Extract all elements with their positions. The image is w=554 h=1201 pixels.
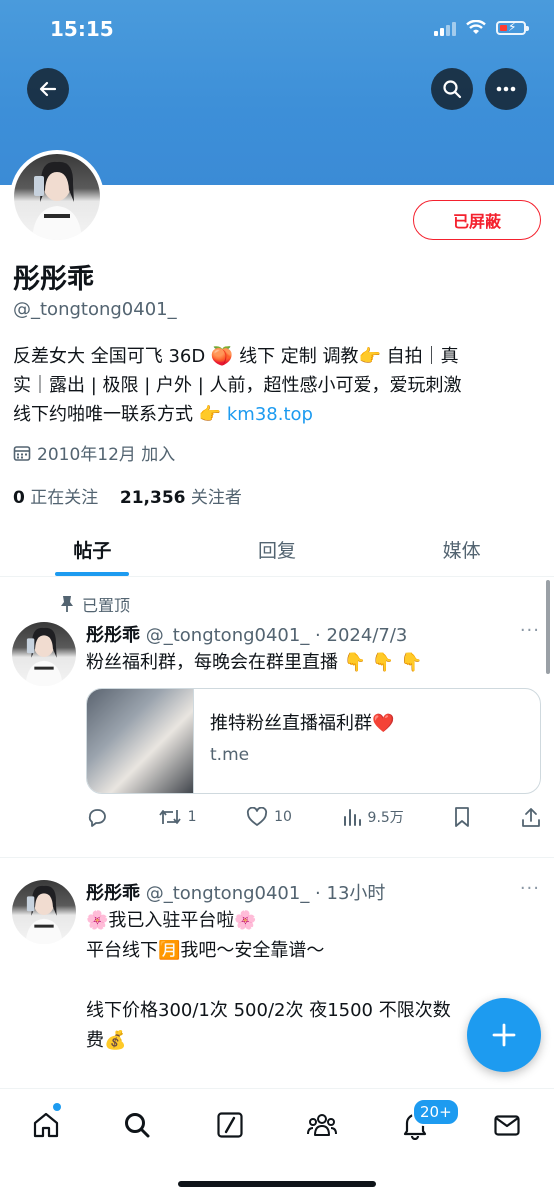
retweet-button[interactable]: 1 <box>158 806 197 828</box>
calendar-icon <box>13 445 31 461</box>
card-domain: t.me <box>210 745 250 765</box>
following-link[interactable]: 0 正在关注 <box>13 488 98 508</box>
bio-line: 反差女大 全国可飞 36D 🍑 线下 定制 调教👉 自拍｜真 <box>13 346 459 367</box>
back-button[interactable] <box>27 68 69 110</box>
tweet-header: 彤彤乖 @_tongtong0401_ · 2024/7/3 <box>86 621 407 647</box>
nav-messages[interactable] <box>487 1105 527 1145</box>
retweet-icon <box>158 810 181 824</box>
tweet-actions: 1 10 9.5万 <box>86 806 541 828</box>
compose-icon <box>492 1023 516 1047</box>
battery-icon: ⚡ <box>496 20 529 35</box>
reply-button[interactable] <box>86 806 108 828</box>
wifi-icon <box>466 20 486 34</box>
followers-count: 21,356 <box>119 488 186 508</box>
profile-bio: 反差女大 全国可飞 36D 🍑 线下 定制 调教👉 自拍｜真 实｜露出 | 极限… <box>13 342 541 429</box>
tweet-handle-date: @_tongtong0401_ · 13小时 <box>140 883 386 904</box>
pinned-indicator: 已置顶 <box>60 592 130 616</box>
tweet-author[interactable]: 彤彤乖 <box>86 883 140 904</box>
tweet-line: 🌸我已入驻平台啦🌸 <box>86 910 257 931</box>
views-icon <box>343 809 361 826</box>
bio-link[interactable]: km38.top <box>227 404 313 425</box>
tweet-author[interactable]: 彤彤乖 <box>86 625 140 646</box>
following-label: 正在关注 <box>24 488 99 508</box>
joined-date: 2010年12月 加入 <box>13 440 175 465</box>
status-time: 15:15 <box>50 17 114 41</box>
like-button[interactable]: 10 <box>246 807 292 827</box>
share-icon <box>522 808 540 827</box>
avatar-photo <box>25 627 63 686</box>
tab-media[interactable]: 媒体 <box>369 522 554 576</box>
scrollbar[interactable] <box>546 580 550 674</box>
tweet-divider <box>0 857 554 858</box>
more-icon <box>496 86 516 92</box>
nav-home[interactable] <box>26 1105 66 1145</box>
tab-posts[interactable]: 帖子 <box>0 522 185 576</box>
followers-link[interactable]: 21,356 关注者 <box>120 488 242 508</box>
followers-label: 关注者 <box>185 488 242 508</box>
retweet-count: 1 <box>187 809 197 825</box>
nav-communities[interactable] <box>302 1105 342 1145</box>
compose-button[interactable] <box>467 998 541 1072</box>
link-card[interactable]: 推特粉丝直播福利群❤️ t.me <box>86 688 541 794</box>
signal-icon <box>434 20 456 36</box>
profile-name: 彤彤乖 <box>13 264 94 295</box>
mail-icon <box>494 1115 520 1136</box>
blocked-button[interactable]: 已屏蔽 <box>413 200 541 240</box>
home-unread-dot <box>53 1103 61 1111</box>
like-count: 10 <box>274 809 292 825</box>
tab-replies[interactable]: 回复 <box>185 522 370 576</box>
avatar-photo <box>32 161 82 240</box>
pin-icon <box>61 596 73 612</box>
communities-icon <box>307 1114 337 1136</box>
card-thumbnail <box>87 689 194 793</box>
tweet-line: 平台线下🈷️我吧～安全靠谱～ <box>86 940 325 961</box>
explore-icon <box>125 1113 150 1138</box>
tweet-avatar[interactable] <box>12 880 76 944</box>
following-count: 0 <box>13 488 25 508</box>
joined-text: 2010年12月 加入 <box>37 445 176 465</box>
avatar-photo <box>25 885 63 944</box>
tweet-text: 粉丝福利群，每晚会在群里直播 👇 👇 👇 <box>86 652 423 673</box>
like-icon <box>247 807 268 826</box>
notifications-badge: 20+ <box>412 1098 460 1126</box>
nav-explore[interactable] <box>117 1105 157 1145</box>
card-title: 推特粉丝直播福利群❤️ <box>210 713 395 734</box>
tweet-handle-date: @_tongtong0401_ · 2024/7/3 <box>140 625 408 646</box>
views-count: 9.5万 <box>367 810 404 826</box>
tweet-header: 彤彤乖 @_tongtong0401_ · 13小时 <box>86 879 385 905</box>
search-icon <box>443 80 462 99</box>
bio-line-text: 线下约啪唯一联系方式 👉 <box>13 404 227 425</box>
home-indicator <box>178 1181 376 1187</box>
tweet-more-button[interactable]: ··· <box>520 878 540 899</box>
profile-avatar[interactable] <box>10 150 104 244</box>
bio-line: 线下约啪唯一联系方式 👉 km38.top <box>13 400 541 429</box>
back-arrow-icon <box>39 81 57 97</box>
profile-handle: @_tongtong0401_ <box>13 299 177 320</box>
tweet-line <box>86 966 536 996</box>
status-icons: ⚡ <box>434 20 529 36</box>
views-button[interactable]: 9.5万 <box>342 807 404 827</box>
bio-line: 实｜露出 | 极限 | 户外 | 人前，超性感小可爱，爱玩刺激 <box>13 375 462 396</box>
reply-icon <box>88 809 106 827</box>
tweet-more-button[interactable]: ··· <box>520 620 540 641</box>
bookmark-icon <box>455 807 470 827</box>
bookmark-button[interactable] <box>453 806 471 828</box>
more-button[interactable] <box>485 68 527 110</box>
profile-tabs: 帖子 回复 媒体 <box>0 522 554 577</box>
search-button[interactable] <box>431 68 473 110</box>
tweet-avatar[interactable] <box>12 622 76 686</box>
home-icon <box>33 1112 59 1138</box>
share-button[interactable] <box>521 806 541 828</box>
nav-grok[interactable] <box>210 1105 250 1145</box>
pinned-label: 已置顶 <box>82 596 131 615</box>
grok-icon <box>217 1112 243 1138</box>
follow-stats: 0 正在关注 21,356 关注者 <box>13 483 242 508</box>
